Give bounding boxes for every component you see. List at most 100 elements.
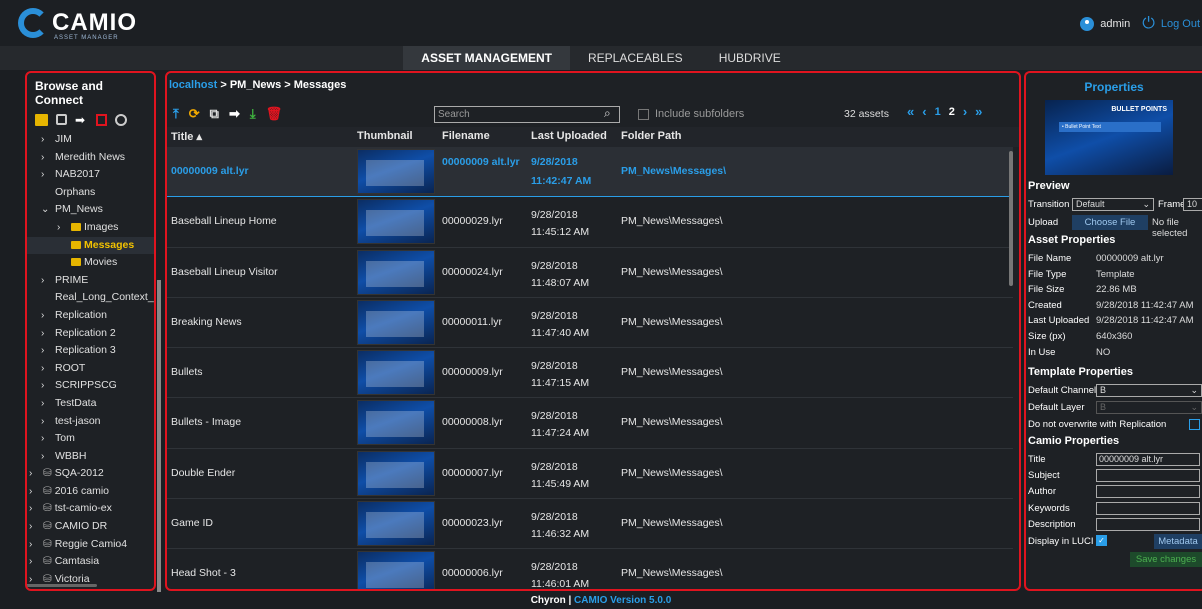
tree-item[interactable]: Movies bbox=[27, 254, 154, 272]
table-row[interactable]: 00000009 alt.lyr 00000009 alt.lyr 9/28/201… bbox=[167, 147, 1013, 198]
transition-select[interactable]: Default ⌄ bbox=[1072, 198, 1154, 211]
camio-prop-input[interactable]: 00000009 alt.lyr bbox=[1096, 453, 1200, 466]
chevron-right-icon[interactable]: › bbox=[41, 395, 55, 413]
move-asset-icon[interactable]: ➡ bbox=[229, 106, 240, 122]
move-top-icon[interactable]: ⤒ bbox=[173, 106, 179, 122]
tree-item[interactable]: › Images bbox=[27, 219, 154, 237]
choose-file-button[interactable]: Choose File bbox=[1072, 215, 1148, 230]
copy-asset-icon[interactable]: ⧉ bbox=[210, 106, 219, 122]
tree-item[interactable]: › ⛁ tst-camio-ex bbox=[27, 500, 154, 518]
col-thumbnail[interactable]: Thumbnail bbox=[357, 130, 413, 142]
tree-item[interactable]: › ⛁ Camtasia bbox=[27, 553, 154, 571]
next-page-icon[interactable]: › bbox=[963, 104, 967, 119]
chevron-right-icon[interactable]: › bbox=[41, 342, 55, 360]
table-row[interactable]: Double Ender 00000007.lyr 9/28/2018 11:45:… bbox=[167, 449, 1013, 500]
tree-item[interactable]: › ⛁ 2016 camio bbox=[27, 483, 154, 501]
tree-item[interactable]: › ⛁ SQA-2012 bbox=[27, 465, 154, 483]
tree-item[interactable]: › ROOT bbox=[27, 360, 154, 378]
table-row[interactable]: Head Shot - 3 00000006.lyr 9/28/2018 11:46… bbox=[167, 549, 1013, 589]
logout-link[interactable]: Log Out bbox=[1161, 18, 1200, 30]
tree-item[interactable]: › TestData bbox=[27, 395, 154, 413]
tree-item[interactable]: Real_Long_Context_Na bbox=[27, 289, 154, 307]
tree-item[interactable]: › NAB2017 bbox=[27, 166, 154, 184]
camio-logo[interactable]: CAMIO ASSET MANAGER bbox=[18, 8, 136, 41]
chevron-right-icon[interactable]: › bbox=[41, 360, 55, 378]
include-subfolders-checkbox[interactable] bbox=[638, 108, 649, 120]
camio-prop-input[interactable] bbox=[1096, 517, 1200, 531]
new-folder-icon[interactable] bbox=[35, 114, 48, 126]
chevron-right-icon[interactable]: › bbox=[41, 149, 55, 167]
delete-asset-icon[interactable]: 🗑 bbox=[266, 106, 283, 122]
tree-item[interactable]: › PRIME bbox=[27, 272, 154, 290]
tree-item[interactable]: › Tom bbox=[27, 430, 154, 448]
camio-prop-input[interactable] bbox=[1096, 469, 1200, 483]
chevron-right-icon[interactable]: › bbox=[29, 483, 43, 501]
col-folder-path[interactable]: Folder Path bbox=[621, 130, 682, 142]
download-icon[interactable]: ⤓ bbox=[250, 106, 256, 122]
tree-item[interactable]: Orphans bbox=[27, 184, 154, 202]
page-2[interactable]: 2 bbox=[949, 106, 955, 118]
tree-item[interactable]: › Replication 2 bbox=[27, 325, 154, 343]
tab-replaceables[interactable]: REPLACEABLES bbox=[570, 46, 701, 70]
chevron-right-icon[interactable]: › bbox=[41, 377, 55, 395]
chevron-right-icon[interactable]: › bbox=[41, 448, 55, 466]
power-icon[interactable]: ⏻ bbox=[1142, 15, 1155, 33]
table-row[interactable]: Baseball Lineup Home 00000029.lyr 9/28/201… bbox=[167, 197, 1013, 248]
tree-item[interactable]: › WBBH bbox=[27, 448, 154, 466]
tree-item[interactable]: › Meredith News bbox=[27, 149, 154, 167]
tree-item[interactable]: › Replication 3 bbox=[27, 342, 154, 360]
chevron-right-icon[interactable]: › bbox=[29, 518, 43, 536]
tree-item[interactable]: ⌄ PM_News bbox=[27, 201, 154, 219]
metadata-button[interactable]: Metadata bbox=[1154, 534, 1202, 549]
tree-item[interactable]: ›⛁ ENG-MWU bbox=[27, 588, 154, 589]
chevron-right-icon[interactable]: › bbox=[41, 307, 55, 325]
tab-hubdrive[interactable]: HUBDRIVE bbox=[701, 46, 799, 70]
chevron-right-icon[interactable]: › bbox=[41, 413, 55, 431]
table-row[interactable]: Baseball Lineup Visitor 00000024.lyr 9/28/… bbox=[167, 248, 1013, 298]
chevron-right-icon[interactable]: › bbox=[57, 219, 71, 237]
chevron-right-icon[interactable]: › bbox=[29, 500, 43, 518]
chevron-down-icon[interactable]: ⌄ bbox=[41, 201, 55, 219]
col-title[interactable]: Title ▴ bbox=[171, 130, 202, 143]
breadcrumb-host[interactable]: localhost bbox=[169, 79, 217, 91]
tree-item[interactable]: › Replication bbox=[27, 307, 154, 325]
chevron-right-icon[interactable]: › bbox=[41, 166, 55, 184]
chevron-right-icon[interactable]: › bbox=[41, 325, 55, 343]
tree-item[interactable]: › JIM bbox=[27, 131, 154, 149]
horizontal-scrollbar[interactable] bbox=[27, 584, 97, 587]
chevron-right-icon[interactable]: › bbox=[41, 131, 55, 149]
table-row[interactable]: Breaking News 00000011.lyr 9/28/2018 11:47… bbox=[167, 298, 1013, 349]
table-scrollbar[interactable] bbox=[1009, 151, 1013, 286]
first-page-icon[interactable]: « bbox=[907, 104, 914, 119]
prev-page-icon[interactable]: ‹ bbox=[922, 104, 926, 119]
tree-item[interactable]: Messages bbox=[27, 236, 154, 255]
last-page-icon[interactable]: » bbox=[975, 104, 982, 119]
tree-scrollbar[interactable] bbox=[157, 280, 161, 592]
tree-item[interactable]: › SCRIPPSCG bbox=[27, 377, 154, 395]
page-1[interactable]: 1 bbox=[935, 106, 941, 118]
tree-item[interactable]: › ⛁ CAMIO DR bbox=[27, 518, 154, 536]
chevron-right-icon[interactable]: › bbox=[29, 536, 43, 554]
tree-item[interactable]: › test-jason bbox=[27, 413, 154, 431]
chevron-right-icon[interactable]: › bbox=[41, 430, 55, 448]
save-changes-button[interactable]: Save changes bbox=[1130, 552, 1202, 567]
delete-icon[interactable] bbox=[96, 114, 107, 126]
camio-prop-input[interactable] bbox=[1096, 501, 1200, 515]
camio-prop-input[interactable] bbox=[1096, 485, 1200, 499]
col-last-uploaded[interactable]: Last Uploaded bbox=[531, 130, 607, 142]
refresh-icon[interactable]: ⟳ bbox=[189, 106, 200, 122]
table-row[interactable]: Bullets - Image 00000008.lyr 9/28/2018 11:… bbox=[167, 398, 1013, 449]
display-luci-checkbox[interactable]: ✓ bbox=[1096, 535, 1107, 546]
tab-asset-management[interactable]: ASSET MANAGEMENT bbox=[403, 46, 570, 70]
include-subfolders[interactable]: Include subfolders bbox=[638, 108, 744, 120]
chevron-right-icon[interactable]: › bbox=[29, 465, 43, 483]
frame-input[interactable]: 10 bbox=[1183, 198, 1202, 211]
copy-icon[interactable] bbox=[56, 114, 67, 125]
connect-server-icon[interactable] bbox=[115, 114, 127, 126]
tree-item[interactable]: › ⛁ Reggie Camio4 bbox=[27, 536, 154, 554]
table-row[interactable]: Game ID 00000023.lyr 9/28/2018 11:46:32 AM… bbox=[167, 499, 1013, 550]
table-row[interactable]: Bullets 00000009.lyr 9/28/2018 11:47:15 AM… bbox=[167, 348, 1013, 399]
chevron-right-icon[interactable]: › bbox=[29, 553, 43, 571]
no-overwrite-checkbox[interactable] bbox=[1189, 419, 1200, 430]
col-filename[interactable]: Filename bbox=[442, 130, 490, 142]
